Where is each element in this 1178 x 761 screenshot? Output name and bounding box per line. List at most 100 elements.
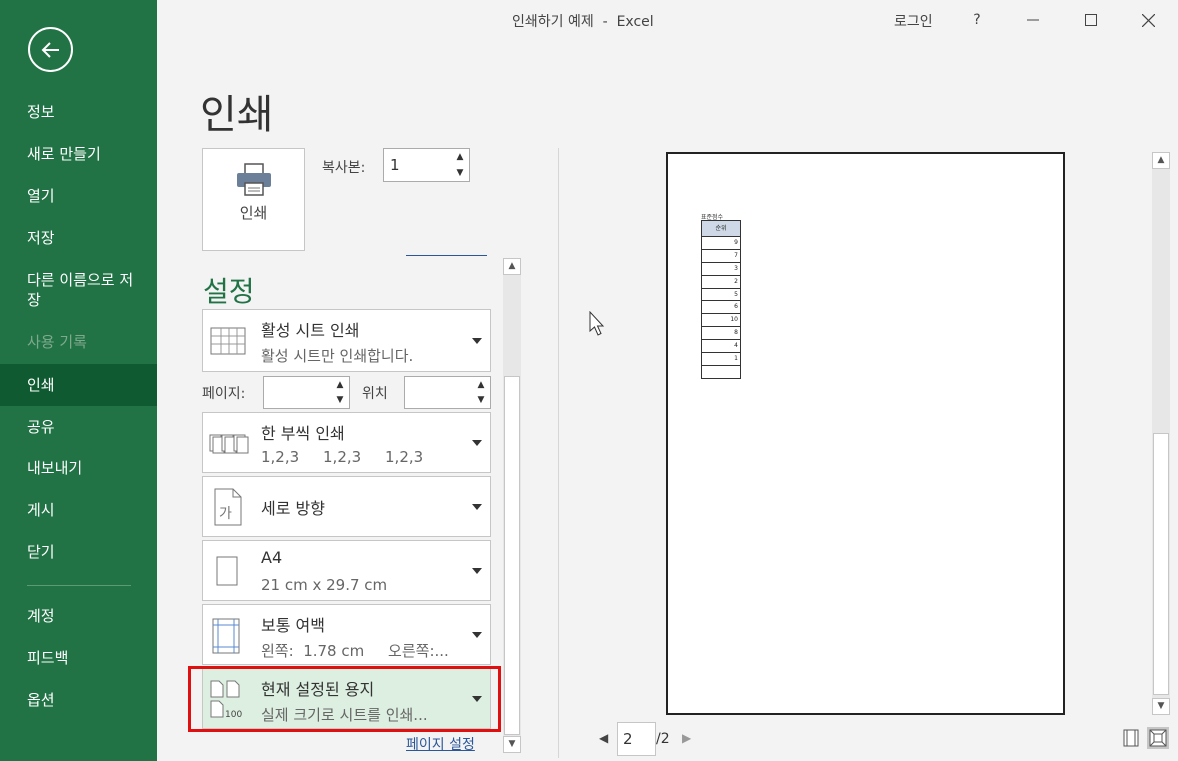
nav-export[interactable]: 내보내기 (0, 458, 157, 478)
help-button[interactable]: ? (963, 8, 991, 32)
orientation-icon-text: 가 (219, 506, 232, 522)
settings-scrollbar[interactable]: ▲ ▼ (503, 258, 521, 753)
margins-title: 보통 여백 (261, 616, 325, 635)
nav-account[interactable]: 계정 (0, 606, 157, 626)
title-bar: 인쇄하기 예제 - Excel 로그인 ? (157, 0, 1178, 40)
nav-new[interactable]: 새로 만들기 (0, 144, 157, 164)
copies-label: 복사본: (322, 160, 366, 176)
mouse-cursor-icon (589, 311, 605, 336)
settings-heading: 설정 (203, 275, 255, 308)
close-icon (1141, 13, 1155, 27)
nav-share[interactable]: 공유 (0, 417, 157, 437)
pages-to-stepper[interactable]: ▲ ▼ (404, 376, 491, 409)
copies-input[interactable] (384, 149, 451, 181)
show-margins-icon (1123, 729, 1139, 747)
preview-scrollbar[interactable]: ▲ ▼ (1152, 152, 1170, 715)
maximize-button[interactable] (1077, 8, 1105, 32)
nav-save[interactable]: 저장 (0, 228, 157, 248)
nav-options[interactable]: 옵션 (0, 690, 157, 710)
pages-to-up-icon[interactable]: ▲ (475, 379, 487, 391)
margins-icon (212, 618, 240, 654)
previous-page-icon[interactable]: ◀ (599, 731, 608, 745)
pages-from-input[interactable] (264, 377, 331, 408)
margins-dropdown[interactable]: 보통 여백 왼쪽: 1.78 cm 오른쪽:... (202, 604, 491, 665)
nav-feedback[interactable]: 피드백 (0, 648, 157, 668)
close-button[interactable] (1134, 8, 1162, 32)
scroll-down-icon[interactable]: ▼ (503, 736, 521, 753)
paper-size-desc: 21 cm x 29.7 cm (261, 576, 388, 594)
page-setup-link[interactable]: 페이지 설정 (406, 734, 475, 754)
nav-open[interactable]: 열기 (0, 186, 157, 206)
next-page-icon[interactable]: ▶ (682, 731, 691, 745)
copies-up-icon[interactable]: ▲ (454, 151, 466, 163)
chevron-down-icon (472, 337, 482, 344)
total-pages: /2 (656, 731, 670, 747)
copies-down-icon[interactable]: ▼ (454, 167, 466, 179)
table-row: 9 (701, 236, 741, 250)
preview-table: 순위 9 7 3 2 5 6 10 8 4 1 (701, 220, 741, 379)
panel-divider (558, 148, 559, 758)
margins-desc: 왼쪽: 1.78 cm 오른쪽:... (261, 642, 449, 660)
chevron-down-icon (472, 567, 482, 574)
current-page-field[interactable] (617, 722, 656, 756)
collated-pages-icon (209, 434, 249, 454)
table-row: 3 (701, 261, 741, 276)
nav-print[interactable]: 인쇄 (0, 364, 157, 406)
table-row: 8 (701, 326, 741, 341)
preview-table-header: 순위 (701, 220, 741, 237)
nav-separator (27, 585, 131, 586)
pages-to-down-icon[interactable]: ▼ (475, 394, 487, 406)
orientation-dropdown[interactable]: 가 세로 방향 (202, 476, 491, 537)
pages-from-down-icon[interactable]: ▼ (334, 394, 346, 406)
preview-scroll-thumb[interactable] (1153, 433, 1169, 695)
zoom-to-page-button[interactable] (1147, 727, 1169, 749)
collate-dropdown[interactable]: 한 부씩 인쇄 1,2,3 1,2,3 1,2,3 (202, 412, 491, 473)
maximize-icon (1085, 14, 1097, 26)
print-what-dropdown[interactable]: 활성 시트 인쇄 활성 시트만 인쇄합니다. (202, 309, 491, 372)
current-page-input[interactable] (618, 723, 655, 755)
minimize-button[interactable] (1019, 8, 1047, 32)
printer-properties-link-underline[interactable] (406, 255, 487, 256)
nav-close[interactable]: 닫기 (0, 542, 157, 562)
sheet-grid-icon (210, 327, 246, 355)
nav-info[interactable]: 정보 (0, 102, 157, 122)
page-title: 인쇄 (200, 92, 274, 138)
collate-title: 한 부씩 인쇄 (261, 424, 345, 443)
nav-save-as[interactable]: 다른 이름으로 저 장 (0, 270, 157, 310)
login-link[interactable]: 로그인 (894, 11, 933, 31)
backstage-sidebar: 정보 새로 만들기 열기 저장 다른 이름으로 저 장 사용 기록 인쇄 공유 … (0, 0, 157, 761)
pages-to-input[interactable] (405, 377, 472, 408)
print-button-label: 인쇄 (239, 204, 268, 222)
table-row: 7 (701, 248, 741, 263)
settings-scroll-thumb[interactable] (504, 376, 520, 735)
back-button[interactable] (28, 27, 73, 72)
nav-history: 사용 기록 (27, 333, 87, 351)
chevron-down-icon (472, 439, 482, 446)
table-row (701, 364, 741, 379)
pages-from-up-icon[interactable]: ▲ (334, 379, 346, 391)
orientation-title: 세로 방향 (261, 499, 325, 518)
preview-scroll-down-icon[interactable]: ▼ (1152, 698, 1170, 715)
back-arrow-icon (41, 41, 59, 58)
show-margins-button[interactable] (1120, 727, 1142, 749)
chevron-down-icon (472, 503, 482, 510)
paper-size-dropdown[interactable]: A4 21 cm x 29.7 cm (202, 540, 491, 601)
scroll-up-icon[interactable]: ▲ (503, 258, 521, 275)
print-preview-page: 표준점수 순위 9 7 3 2 5 6 10 8 4 1 (666, 152, 1065, 715)
minimize-icon (1027, 19, 1039, 21)
pages-label: 페이지: (202, 386, 246, 402)
print-button[interactable]: 인쇄 (202, 148, 305, 251)
window-title: 인쇄하기 예제 - Excel (512, 14, 654, 30)
pages-from-stepper[interactable]: ▲ ▼ (263, 376, 350, 409)
printer-icon (237, 163, 271, 196)
table-row: 1 (701, 352, 741, 366)
portrait-orientation-icon: 가 (214, 488, 242, 526)
preview-scroll-up-icon[interactable]: ▲ (1152, 152, 1170, 169)
table-row: 5 (701, 287, 741, 302)
table-row: 2 (701, 274, 741, 289)
print-what-desc: 활성 시트만 인쇄합니다. (261, 347, 414, 365)
zoom-to-page-icon (1149, 729, 1167, 747)
nav-publish[interactable]: 게시 (0, 500, 157, 520)
copies-stepper[interactable]: ▲▼ (383, 148, 470, 182)
collate-desc: 1,2,3 1,2,3 1,2,3 (261, 448, 424, 466)
